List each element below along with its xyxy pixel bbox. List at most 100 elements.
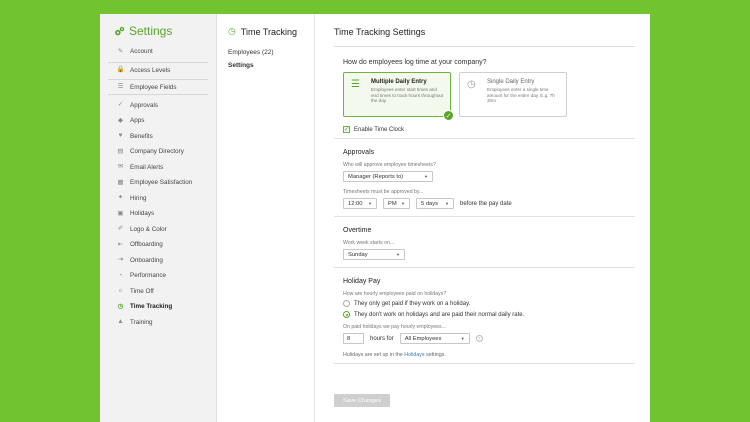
sidebar-item-account[interactable]: ✎ Account [108, 44, 208, 60]
stopwatch-icon: ◷ [228, 26, 236, 36]
chart-icon: ▦ [117, 178, 124, 186]
sidebar-item-label: Approvals [130, 101, 159, 109]
radio-button-selected[interactable] [343, 311, 350, 318]
subnav-title: ◷ Time Tracking [228, 26, 314, 37]
employees-value: All Employees [404, 335, 442, 342]
days-value: 5 days [421, 200, 439, 207]
checkmark-icon: ✓ [443, 110, 454, 121]
chevron-down-icon: ▼ [424, 174, 428, 179]
holiday-option-work[interactable]: They only get paid if they work on a hol… [343, 300, 626, 307]
option-multiple-daily-entry[interactable]: ☰ Multiple Daily Entry Employees enter s… [343, 72, 454, 121]
chevron-down-icon: ▼ [396, 252, 400, 257]
sidebar-item-label: Hiring [130, 194, 147, 202]
days-select[interactable]: 5 days ▼ [416, 198, 454, 209]
sidebar-item-time-off[interactable]: ☼ Time Off [108, 284, 208, 300]
list-icon: ☰ [117, 83, 124, 90]
main-content: Time Tracking Settings How do employees … [315, 14, 650, 422]
time-select[interactable]: 12:00 ▼ [343, 198, 377, 209]
sidebar-item-label: Access Levels [130, 66, 171, 74]
list-icon: ☰ [351, 79, 360, 90]
sidebar-item-benefits[interactable]: ♥ Benefits [108, 129, 208, 145]
subnav-link-settings[interactable]: Settings [228, 59, 314, 72]
work-week-label: Work week starts on... [343, 240, 395, 246]
save-changes-button[interactable]: Save Changes [334, 394, 390, 407]
calendar-icon: ▣ [117, 209, 124, 217]
chevron-down-icon: ▼ [445, 201, 449, 206]
sidebar-item-label: Account [130, 48, 153, 56]
training-icon: ▲ [117, 318, 124, 325]
note-text-after: settings. [426, 352, 446, 358]
hours-for-text: hours for [370, 335, 394, 342]
subnav-link-employees[interactable]: Employees (22) [228, 46, 314, 59]
wrench-icon: ✎ [117, 47, 124, 55]
sidebar-item-logo-color[interactable]: ✐ Logo & Color [108, 222, 208, 238]
page-title: Time Tracking Settings [334, 27, 635, 47]
time-value: 12:00 [348, 200, 363, 207]
sidebar-item-label: Logo & Color [130, 225, 167, 233]
holidays-note: Holidays are set up in the Holidays sett… [343, 352, 626, 358]
hiring-icon: ✦ [117, 194, 124, 201]
paint-icon: ✐ [117, 225, 124, 232]
gear-icon [115, 26, 125, 35]
work-week-value: Sunday [348, 251, 368, 258]
ampm-value: PM [388, 200, 397, 207]
radio-button[interactable] [343, 300, 350, 307]
sidebar-item-training[interactable]: ▲ Training [108, 315, 208, 331]
option-description: Employees enter a single time amount for… [487, 87, 555, 104]
sidebar-item-hiring[interactable]: ✦ Hiring [108, 191, 208, 207]
help-icon[interactable]: ? [475, 335, 483, 342]
sidebar-item-label: Performance [130, 272, 167, 280]
holiday-pay-heading: Holiday Pay [343, 278, 381, 285]
overtime-heading: Overtime [343, 227, 372, 234]
option-single-daily-entry[interactable]: ◷ Single Daily Entry Employees enter a s… [459, 72, 567, 117]
option-description: Employees enter start times and end time… [371, 87, 444, 104]
option-title: Single Daily Entry [487, 79, 535, 85]
divider [334, 267, 635, 268]
sidebar-item-time-tracking[interactable]: ◷ Time Tracking [108, 299, 208, 315]
hours-label: On paid holidays we pay hourly employees… [343, 324, 446, 330]
enable-time-clock-row: ✓ Enable Time Clock [343, 126, 626, 133]
holiday-pay-question: How are hourly employees paid on holiday… [343, 291, 447, 297]
onboarding-icon: ⇥ [117, 256, 124, 263]
app-window: Settings ✎ Account 🔒 Access Levels ☰ Employee… [100, 14, 650, 422]
sidebar-item-performance[interactable]: ◔ Performance [108, 268, 208, 284]
settings-sidebar: Settings ✎ Account 🔒 Access Levels ☰ Employee… [100, 14, 217, 422]
sidebar-item-label: Time Off [130, 287, 154, 295]
before-pay-date-text: before the pay date [460, 200, 512, 207]
sidebar-item-access-levels[interactable]: 🔒 Access Levels [108, 61, 208, 78]
sidebar-item-label: Apps [130, 117, 145, 125]
time-off-icon: ☼ [117, 287, 124, 294]
sidebar-item-apps[interactable]: ◆ Apps [108, 113, 208, 129]
ampm-select[interactable]: PM ▼ [383, 198, 410, 209]
sidebar-item-label: Onboarding [130, 256, 163, 264]
thumbs-up-icon: ✓ [117, 101, 124, 108]
approver-value: Manager (Reports to) [348, 173, 404, 180]
hours-input[interactable]: 8 [343, 333, 364, 344]
sidebar-item-label: Company Directory [130, 148, 184, 156]
subnav: ◷ Time Tracking Employees (22) Settings [217, 14, 315, 422]
sidebar-item-onboarding[interactable]: ⇥ Onboarding [108, 253, 208, 269]
sidebar-item-offboarding[interactable]: ⇤ Offboarding [108, 237, 208, 253]
sidebar-item-holidays[interactable]: ▣ Holidays [108, 206, 208, 222]
approvals-heading: Approvals [343, 149, 375, 156]
employees-select[interactable]: All Employees ▼ [399, 333, 470, 344]
lock-icon: 🔒 [116, 66, 125, 73]
sidebar-item-approvals[interactable]: ✓ Approvals [108, 98, 208, 114]
sidebar-item-company-directory[interactable]: ▤ Company Directory [108, 144, 208, 160]
approver-label: Who will approve employee timesheets? [343, 162, 436, 168]
enable-time-clock-checkbox[interactable]: ✓ [343, 126, 350, 133]
holiday-option-paid[interactable]: They don't work on holidays and are paid… [343, 311, 626, 318]
sidebar-list: ✎ Account 🔒 Access Levels ☰ Employee Fields ✓ A… [108, 44, 208, 330]
sidebar-item-employee-satisfaction[interactable]: ▦ Employee Satisfaction [108, 175, 208, 191]
radio-label: They only get paid if they work on a hol… [354, 300, 471, 307]
sidebar-item-label: Employee Fields [130, 83, 177, 91]
sidebar-item-email-alerts[interactable]: ✉ Email Alerts [108, 160, 208, 176]
approver-select[interactable]: Manager (Reports to) ▼ [343, 171, 433, 182]
sidebar-item-employee-fields[interactable]: ☰ Employee Fields [108, 79, 208, 95]
work-week-select[interactable]: Sunday ▼ [343, 249, 405, 260]
holiday-pay-section: Holiday Pay How are hourly employees pai… [334, 278, 635, 358]
sidebar-item-label: Holidays [130, 210, 155, 218]
entry-method-question: How do employees log time at your compan… [343, 59, 487, 66]
chevron-down-icon: ▼ [460, 336, 465, 341]
holidays-link[interactable]: Holidays [404, 352, 424, 358]
